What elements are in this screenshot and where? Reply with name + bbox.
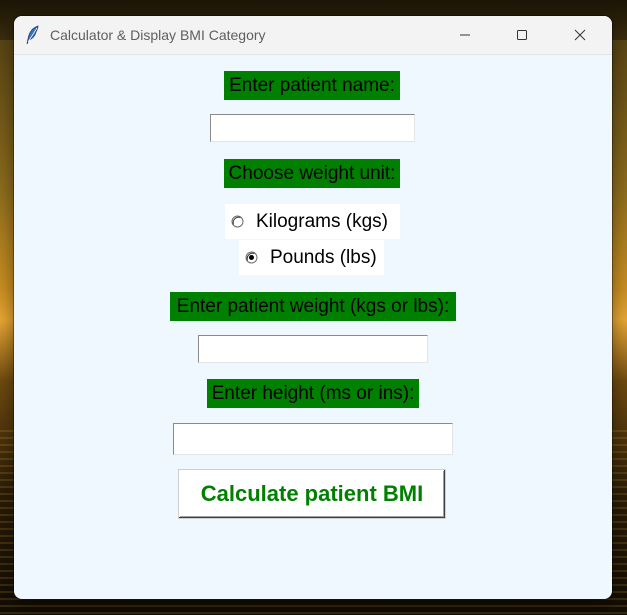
maximize-button[interactable] xyxy=(499,16,545,54)
radio-kilograms-label: Kilograms (kgs) xyxy=(256,210,388,232)
app-window: Calculator & Display BMI Category Enter … xyxy=(14,16,612,599)
height-input[interactable] xyxy=(173,423,453,455)
radio-unselected-icon[interactable] xyxy=(231,215,244,228)
calculate-bmi-button[interactable]: Calculate patient BMI xyxy=(179,470,445,518)
radio-kilograms[interactable]: Kilograms (kgs) xyxy=(225,204,400,239)
title-bar[interactable]: Calculator & Display BMI Category xyxy=(14,16,612,55)
window-title: Calculator & Display BMI Category xyxy=(50,27,266,43)
form-area: Enter patient name: Choose weight unit: … xyxy=(14,55,612,599)
radio-pounds-label: Pounds (lbs) xyxy=(270,246,377,268)
name-label: Enter patient name: xyxy=(224,71,400,100)
height-label: Enter height (ms or ins): xyxy=(207,379,419,408)
radio-pounds[interactable]: Pounds (lbs) xyxy=(239,240,384,275)
weight-input[interactable] xyxy=(198,335,428,363)
name-input[interactable] xyxy=(210,114,415,142)
close-icon xyxy=(574,29,586,41)
minimize-button[interactable] xyxy=(442,16,488,54)
maximize-icon xyxy=(516,29,528,41)
feather-icon xyxy=(26,25,40,45)
weight-label: Enter patient weight (kgs or lbs): xyxy=(170,292,456,321)
radio-selected-icon[interactable] xyxy=(245,251,258,264)
minimize-icon xyxy=(459,29,471,41)
unit-label: Choose weight unit: xyxy=(224,159,400,188)
close-button[interactable] xyxy=(557,16,603,54)
